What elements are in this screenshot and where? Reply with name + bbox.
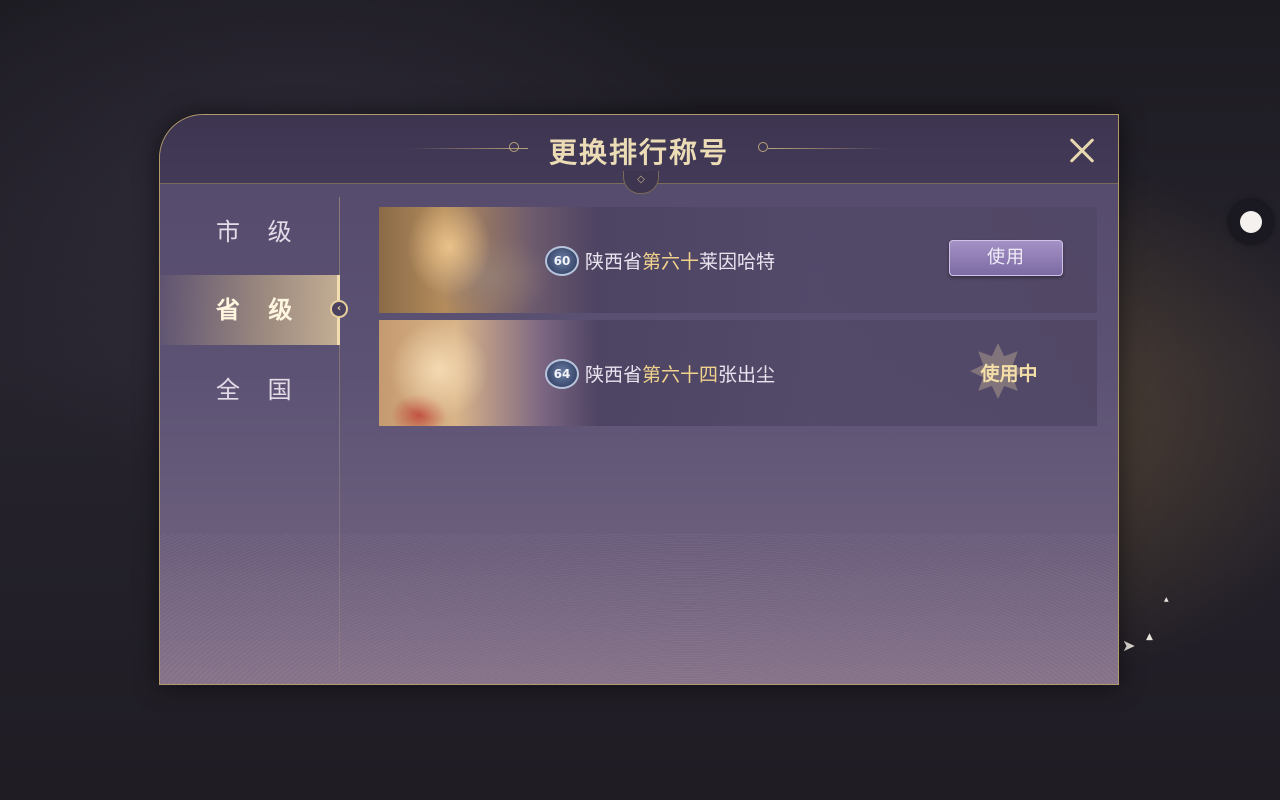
title-hero-name: 莱因哈特 [699,251,776,273]
title-region: 陕西省 [585,251,643,273]
side-floating-dot[interactable] [1229,200,1273,244]
use-button[interactable]: 使用 [949,240,1063,276]
title-region: 陕西省 [585,364,643,386]
sidebar-item-city[interactable]: 市 级 [160,197,340,267]
sidebar-item-label: 市 级 [216,218,302,246]
title-row: 64 陕西省第六十四张出尘 ✸ 使用中 [379,320,1097,426]
rank-badge: 60 [545,246,579,276]
title-hero-name: 张出尘 [718,364,776,386]
title-row: 60 陕西省第六十莱因哈特 使用 [379,207,1097,313]
change-rank-title-dialog: 更换排行称号 ◇ 市 级 省 级 ‹ 全 国 60 陕西省第六十莱因哈特 使用 … [159,114,1119,685]
dialog-title: 更换排行称号 [548,136,729,169]
sidebar-item-label: 省 级 [216,296,303,324]
rank-badge: 64 [545,359,579,389]
rank-title-text: 陕西省第六十四张出尘 [585,360,775,387]
title-rank-highlight: 第六十 [642,251,700,273]
close-icon[interactable] [1064,133,1100,169]
sidebar-item-province[interactable]: 省 级 ‹ [160,275,348,345]
sparkle-decoration: ➤ ▲ ▲ [1122,596,1169,655]
active-indicator-icon: ‹ [330,300,348,318]
title-rank-highlight: 第六十四 [642,364,719,386]
title-ornament-dot-right [758,142,768,152]
sidebar-divider [339,197,340,672]
sidebar-item-national[interactable]: 全 国 [160,355,340,425]
sidebar-item-label: 全 国 [216,376,302,404]
in-use-status: 使用中 [980,363,1038,385]
rank-title-text: 陕西省第六十莱因哈特 [585,247,775,274]
header-emblem-icon: ◇ [623,171,659,194]
title-ornament-right [768,148,888,149]
